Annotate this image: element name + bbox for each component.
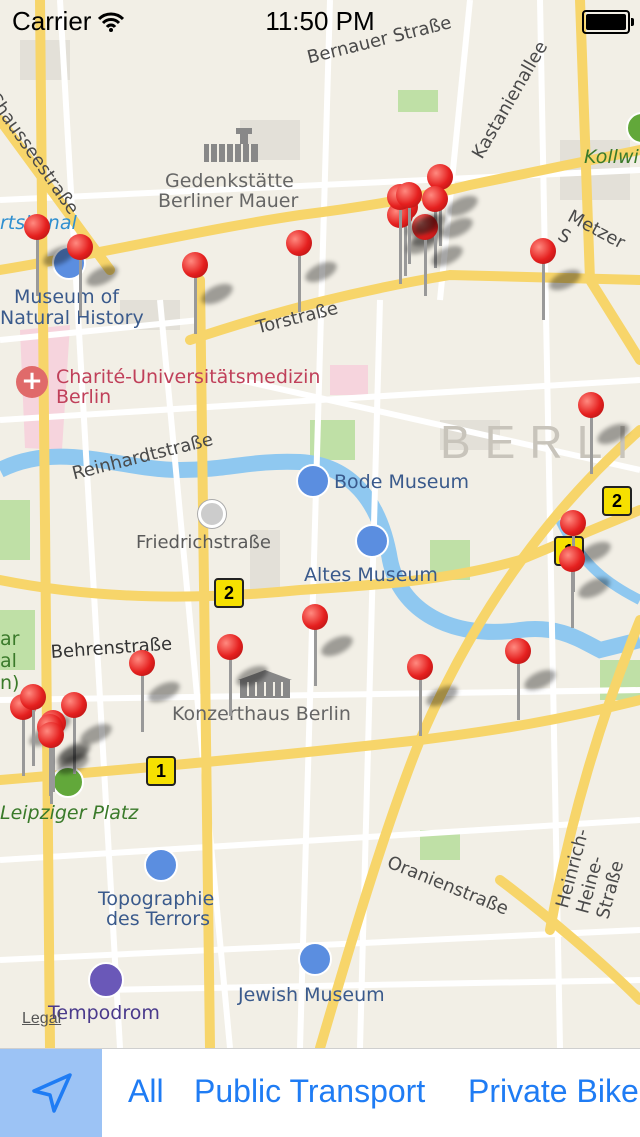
pin-needle	[314, 626, 317, 686]
map-pin[interactable]	[302, 604, 356, 688]
pin-head	[578, 392, 604, 418]
filter-bar: All Public Transport Private Bike	[102, 1049, 640, 1137]
status-bar: Carrier 11:50 PM	[0, 0, 640, 40]
location-arrow-icon	[32, 1073, 72, 1113]
map-pin[interactable]	[286, 230, 340, 314]
map-pin[interactable]	[396, 182, 450, 266]
bottom-toolbar: All Public Transport Private Bike	[0, 1048, 640, 1137]
pin-needle	[79, 256, 82, 316]
map-pin[interactable]	[578, 392, 632, 476]
map-view[interactable]: BERLI Bernauer Straße Kastanienallee Cha…	[0, 0, 640, 1048]
pin-head	[286, 230, 312, 256]
pin-head	[67, 234, 93, 260]
map-pin[interactable]	[24, 214, 78, 298]
pin-head	[217, 634, 243, 660]
pin-head	[560, 510, 586, 536]
pins-layer	[0, 0, 640, 1048]
pin-needle	[419, 676, 422, 736]
pin-needle	[36, 236, 39, 296]
map-pin[interactable]	[182, 252, 236, 336]
pin-head	[505, 638, 531, 664]
pin-shadow	[594, 419, 632, 449]
pin-shadow	[575, 573, 613, 603]
pin-head	[38, 722, 64, 748]
map-pin[interactable]	[217, 634, 271, 718]
clock: 11:50 PM	[265, 6, 375, 36]
pin-shadow	[233, 661, 271, 691]
pin-needle	[141, 672, 144, 732]
pin-head	[24, 214, 50, 240]
pin-head	[129, 650, 155, 676]
battery-icon	[582, 10, 634, 34]
pin-needle	[542, 260, 545, 320]
pin-shadow	[318, 631, 356, 661]
pin-shadow	[198, 279, 236, 309]
pin-head	[530, 238, 556, 264]
pin-needle	[590, 414, 593, 474]
map-pin[interactable]	[129, 650, 183, 734]
map-pin[interactable]	[407, 654, 461, 738]
map-pin[interactable]	[38, 722, 92, 806]
pin-head	[396, 182, 422, 208]
pin-shadow	[546, 265, 584, 295]
map-pin[interactable]	[530, 238, 584, 322]
pin-head	[182, 252, 208, 278]
map-pin[interactable]	[559, 546, 613, 630]
pin-shadow	[521, 665, 559, 695]
pin-shadow	[145, 677, 183, 707]
filter-public-transport[interactable]: Public Transport	[194, 1073, 425, 1110]
pin-head	[422, 186, 448, 212]
legal-link[interactable]: Legal	[22, 1010, 61, 1028]
pin-shadow	[423, 681, 461, 711]
pin-shadow	[83, 261, 121, 291]
pin-needle	[50, 744, 53, 804]
pin-head	[407, 654, 433, 680]
pin-needle	[408, 204, 411, 264]
pin-needle	[194, 274, 197, 334]
pin-needle	[229, 656, 232, 716]
pin-needle	[32, 706, 35, 766]
pin-shadow	[302, 257, 340, 287]
locate-button[interactable]	[0, 1049, 102, 1137]
map-pin[interactable]	[67, 234, 121, 318]
map-pin[interactable]	[505, 638, 559, 722]
filter-all[interactable]: All	[128, 1073, 164, 1110]
pin-head	[302, 604, 328, 630]
pin-head	[20, 684, 46, 710]
pin-head	[559, 546, 585, 572]
pin-needle	[424, 236, 427, 296]
pin-needle	[571, 568, 574, 628]
pin-needle	[298, 252, 301, 312]
filter-private-bike[interactable]: Private Bike	[468, 1073, 639, 1110]
pin-needle	[517, 660, 520, 720]
